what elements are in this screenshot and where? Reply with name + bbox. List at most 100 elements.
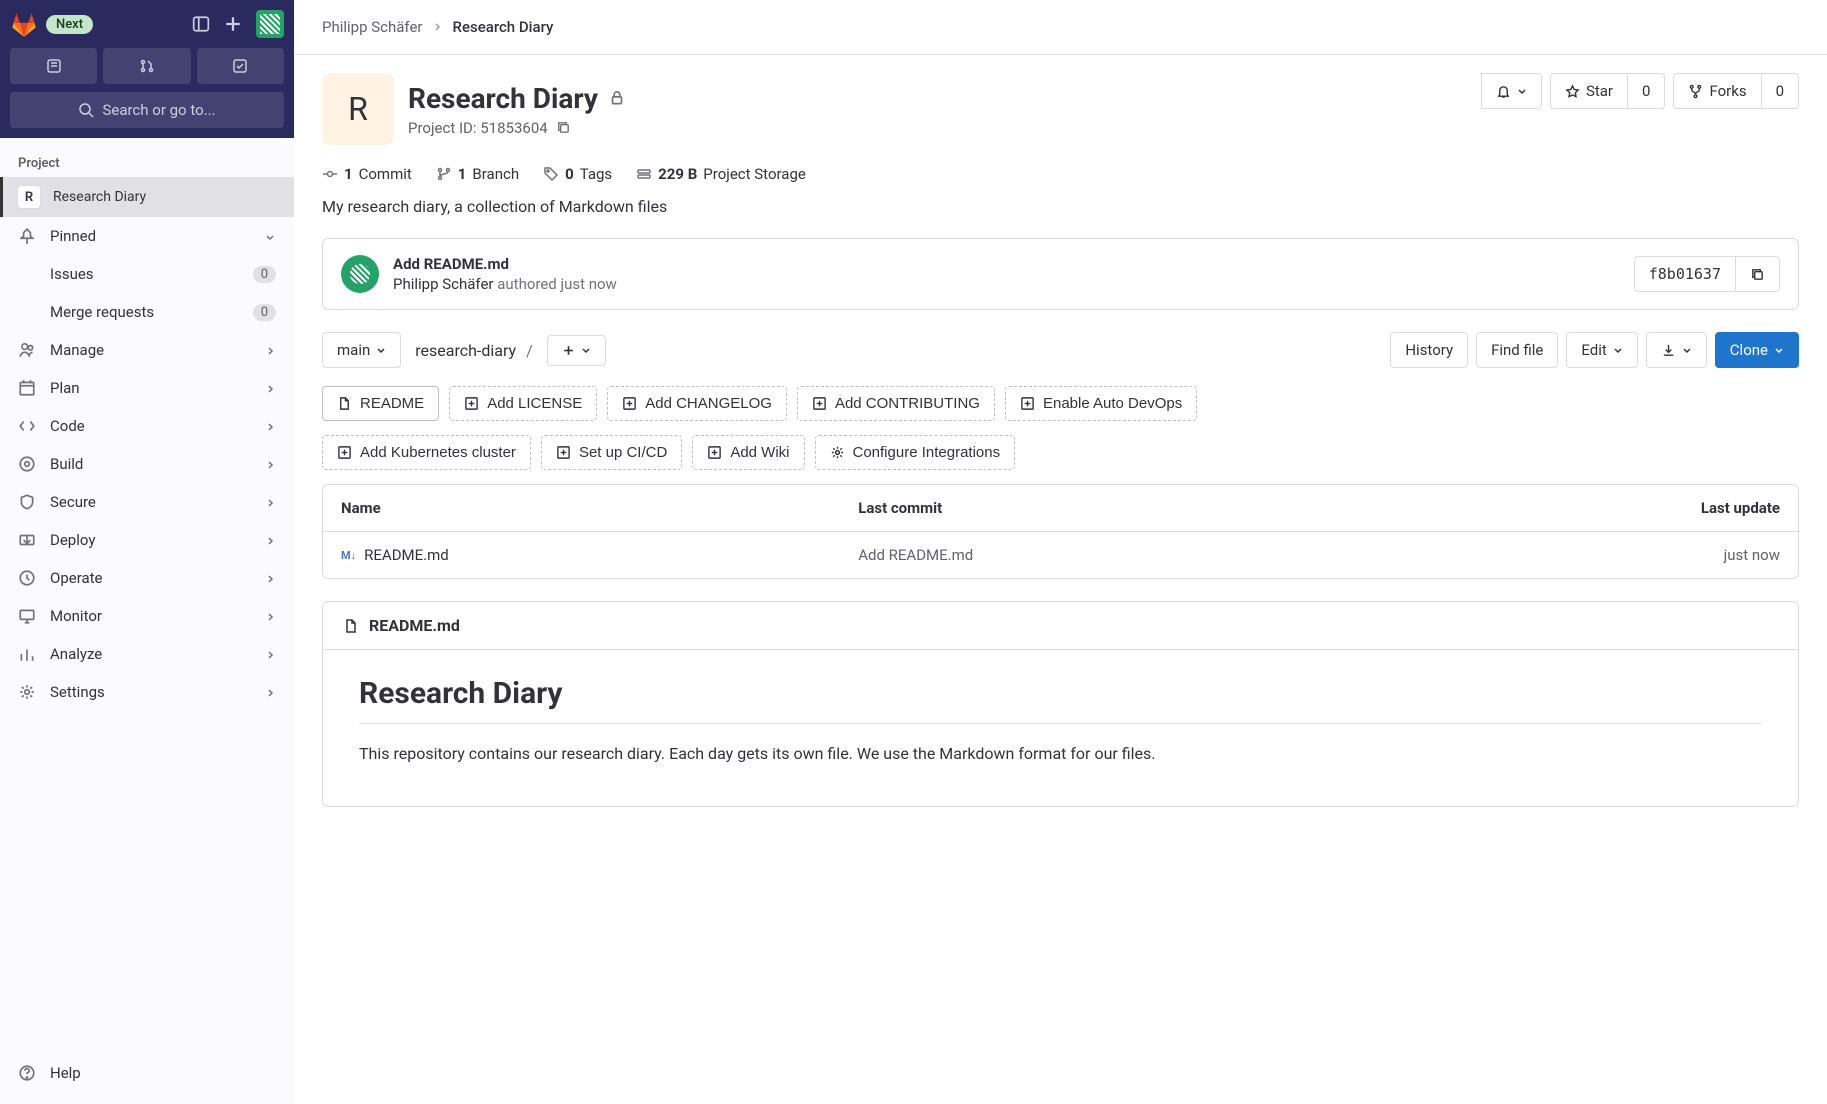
sidebar-item-operate[interactable]: Operate bbox=[0, 559, 294, 597]
sidebar-item-deploy[interactable]: Deploy bbox=[0, 521, 294, 559]
sidebar-item-manage[interactable]: Manage bbox=[0, 331, 294, 369]
main-content: Philipp Schäfer Research Diary R Researc… bbox=[294, 0, 1827, 1104]
sidebar-item-plan[interactable]: Plan bbox=[0, 369, 294, 407]
readme-filename: README.md bbox=[369, 616, 460, 635]
file-table: Name Last commit Last update M↓ README.m… bbox=[322, 484, 1799, 579]
chevron-right-icon bbox=[264, 607, 276, 625]
settings-label: Settings bbox=[50, 683, 105, 701]
panel-icon[interactable] bbox=[192, 15, 210, 33]
next-badge[interactable]: Next bbox=[46, 15, 93, 34]
last-commit-box: Add README.md Philipp Schäfer authored j… bbox=[322, 238, 1799, 310]
commit-author[interactable]: Philipp Schäfer bbox=[393, 275, 494, 293]
enable-devops-button[interactable]: Enable Auto DevOps bbox=[1005, 386, 1197, 421]
chevron-down-icon bbox=[376, 345, 386, 355]
sidebar-project-avatar: R bbox=[17, 185, 41, 209]
deploy-icon bbox=[18, 531, 36, 549]
breadcrumb-owner[interactable]: Philipp Schäfer bbox=[322, 18, 423, 36]
download-button[interactable] bbox=[1646, 332, 1707, 368]
plus-icon[interactable] bbox=[224, 15, 242, 33]
sidebar-item-pinned[interactable]: Pinned bbox=[0, 217, 294, 255]
sidebar-item-merge-requests[interactable]: Merge requests 0 bbox=[0, 293, 294, 331]
chevron-right-icon bbox=[264, 569, 276, 587]
mr-count: 0 bbox=[253, 304, 276, 321]
chevron-right-icon bbox=[433, 22, 443, 32]
sidebar-item-analyze[interactable]: Analyze bbox=[0, 635, 294, 673]
forks-label: Forks bbox=[1709, 82, 1746, 100]
configure-integrations-button[interactable]: Configure Integrations bbox=[815, 435, 1016, 470]
sidebar-item-build[interactable]: Build bbox=[0, 445, 294, 483]
setup-cicd-button[interactable]: Set up CI/CD bbox=[541, 435, 682, 470]
file-commit[interactable]: Add README.md bbox=[858, 546, 973, 564]
search-input[interactable]: Search or go to... bbox=[10, 92, 284, 128]
clone-label: Clone bbox=[1730, 341, 1768, 359]
add-wiki-button[interactable]: Add Wiki bbox=[692, 435, 804, 470]
breadcrumb: Philipp Schäfer Research Diary bbox=[294, 0, 1827, 55]
commit-sha[interactable]: f8b01637 bbox=[1634, 256, 1736, 292]
branches-stat[interactable]: 1 Branch bbox=[436, 165, 519, 183]
gitlab-logo-icon[interactable] bbox=[10, 10, 38, 38]
copy-icon bbox=[1750, 267, 1765, 282]
commits-stat[interactable]: 1 Commit bbox=[322, 165, 412, 183]
add-k8s-button[interactable]: Add Kubernetes cluster bbox=[322, 435, 531, 470]
deploy-label: Deploy bbox=[50, 531, 95, 549]
copy-icon[interactable] bbox=[556, 120, 571, 135]
branches-label: Branch bbox=[472, 165, 519, 183]
readme-heading: Research Diary bbox=[359, 676, 1762, 724]
readme-suggestion-button[interactable]: README bbox=[322, 386, 439, 421]
clone-button[interactable]: Clone bbox=[1715, 332, 1799, 368]
issues-shortcut-button[interactable] bbox=[10, 48, 97, 84]
repo-path[interactable]: research-diary / bbox=[415, 341, 532, 360]
plus-square-icon bbox=[556, 445, 571, 460]
add-file-button[interactable] bbox=[547, 335, 606, 366]
forks-button[interactable]: Forks bbox=[1673, 73, 1761, 109]
project-avatar: R bbox=[322, 73, 394, 145]
sidebar-project-item[interactable]: R Research Diary bbox=[0, 177, 294, 217]
add-contributing-button[interactable]: Add CONTRIBUTING bbox=[797, 386, 995, 421]
commit-title[interactable]: Add README.md bbox=[393, 255, 617, 273]
storage-stat[interactable]: 229 B Project Storage bbox=[636, 165, 806, 183]
sidebar-item-secure[interactable]: Secure bbox=[0, 483, 294, 521]
tag-icon bbox=[543, 166, 559, 182]
chevron-down-icon bbox=[581, 345, 591, 355]
project-section-label: Project bbox=[0, 146, 294, 177]
star-label: Star bbox=[1586, 82, 1613, 100]
secure-label: Secure bbox=[50, 493, 96, 511]
edit-button[interactable]: Edit bbox=[1566, 332, 1637, 368]
chevron-right-icon bbox=[264, 531, 276, 549]
file-name[interactable]: README.md bbox=[364, 546, 449, 564]
notifications-button[interactable] bbox=[1481, 73, 1542, 109]
sidebar-item-settings[interactable]: Settings bbox=[0, 673, 294, 711]
add-changelog-button[interactable]: Add CHANGELOG bbox=[607, 386, 787, 421]
analyze-label: Analyze bbox=[50, 645, 102, 663]
tags-stat[interactable]: 0 Tags bbox=[543, 165, 612, 183]
plan-label: Plan bbox=[50, 379, 80, 397]
chevron-right-icon bbox=[264, 683, 276, 701]
branch-icon bbox=[436, 166, 452, 182]
star-button[interactable]: Star bbox=[1550, 73, 1628, 109]
find-file-button[interactable]: Find file bbox=[1476, 332, 1558, 368]
branch-selector[interactable]: main bbox=[322, 332, 401, 368]
file-update: just now bbox=[1724, 546, 1780, 564]
breadcrumb-project[interactable]: Research Diary bbox=[453, 18, 554, 36]
copy-sha-button[interactable] bbox=[1735, 256, 1780, 292]
pin-icon bbox=[18, 227, 36, 245]
sidebar-item-help[interactable]: Help bbox=[18, 1054, 276, 1092]
merge-requests-shortcut-button[interactable] bbox=[103, 48, 190, 84]
operate-icon bbox=[18, 569, 36, 587]
issues-label: Issues bbox=[50, 265, 94, 283]
user-avatar[interactable] bbox=[256, 10, 284, 38]
add-license-button[interactable]: Add LICENSE bbox=[449, 386, 597, 421]
commits-label: Commit bbox=[359, 165, 412, 183]
sidebar-item-code[interactable]: Code bbox=[0, 407, 294, 445]
table-row[interactable]: M↓ README.md Add README.md just now bbox=[323, 532, 1798, 578]
commit-authored-text: authored bbox=[497, 275, 557, 293]
sidebar-item-issues[interactable]: Issues 0 bbox=[0, 255, 294, 293]
star-count[interactable]: 0 bbox=[1627, 73, 1665, 109]
commit-author-avatar[interactable] bbox=[341, 255, 379, 293]
plus-square-icon bbox=[622, 396, 637, 411]
history-button[interactable]: History bbox=[1390, 332, 1468, 368]
todo-shortcut-button[interactable] bbox=[197, 48, 284, 84]
forks-count[interactable]: 0 bbox=[1761, 73, 1799, 109]
sidebar-item-monitor[interactable]: Monitor bbox=[0, 597, 294, 635]
chart-icon bbox=[18, 645, 36, 663]
